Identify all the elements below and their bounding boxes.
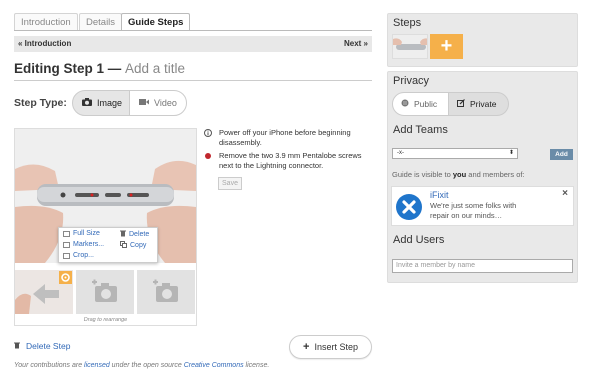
thumbnail-settings-button[interactable] [59,271,72,284]
add-image-slot-1[interactable] [76,270,134,314]
visibility-text: Guide is visible to you and members of: [392,170,525,179]
privacy-public-label: Public [414,99,438,109]
ifixit-logo-icon [396,194,422,220]
team-description: We're just some folks with repair on our… [430,201,517,220]
tab-underline [14,30,372,31]
add-image-slot-2[interactable] [137,270,195,314]
license-notice: Your contributions are licensed under th… [14,362,270,369]
markers-label: Markers... [73,241,105,248]
privacy-private-label: Private [470,99,497,109]
copy-icon [120,241,127,250]
copy-image-item[interactable]: Copy [120,241,146,250]
tab-introduction[interactable]: Introduction [14,13,78,31]
save-button[interactable]: Save [218,177,242,190]
delete-step-button[interactable]: Delete Step [14,341,70,351]
step-type-video-label: Video [154,98,177,108]
copy-image-label: Copy [130,242,147,249]
step-thumbnail-image [393,35,427,58]
team-select-value: -x- [397,150,404,156]
prev-link[interactable]: « Introduction [18,39,71,48]
step-title-input[interactable]: Add a title [125,61,185,76]
select-arrows-icon: ⬍ [508,150,514,156]
step-nav-bar: « Introduction Next » [14,36,372,52]
camera-icon [82,98,92,108]
red-bullet-icon [205,153,211,159]
add-photo-icon [153,279,178,302]
image-options-menu: Full Size Delete Markers... Copy Crop... [58,227,158,263]
creative-commons-link[interactable]: Creative Commons [184,362,244,369]
insert-step-button[interactable]: + Insert Step [289,335,372,359]
add-team-button[interactable]: Add [550,149,573,160]
privacy-public-button[interactable]: Public [392,92,449,116]
licensed-link[interactable]: licensed [84,362,110,369]
step-type-video-button[interactable]: Video [129,90,187,116]
full-size-item[interactable]: Full Size [63,230,100,237]
add-step-button[interactable]: + [430,34,463,59]
full-size-icon [63,230,70,237]
step-type-label: Step Type: [14,97,67,109]
add-photo-icon [92,279,117,302]
delete-step-label: Delete Step [26,341,71,351]
globe-icon [401,99,409,109]
step-thumbnail[interactable] [392,34,428,59]
tab-details[interactable]: Details [79,13,123,31]
trash-icon [14,341,20,351]
video-icon [139,98,149,108]
info-icon [204,129,212,137]
team-card: iFixit We're just some folks with repair… [391,186,574,226]
image-thumbnail-selected[interactable] [15,270,73,314]
next-link[interactable]: Next » [344,39,368,48]
page-title-prefix: Editing Step 1 — [14,61,122,76]
privacy-private-button[interactable]: Private [448,92,509,116]
delete-image-item[interactable]: Delete [120,230,149,239]
markers-icon [63,241,70,248]
drag-hint: Drag to rearrange [83,317,128,323]
privacy-title: Privacy [393,75,430,87]
page-title: Editing Step 1 — Add a title [14,61,185,76]
remove-team-button[interactable]: × [562,188,568,199]
pencil-square-icon [457,99,465,109]
step-type-image-button[interactable]: Image [72,90,130,116]
crop-label: Crop... [73,252,95,259]
team-name[interactable]: iFixit [430,190,449,200]
divider [14,80,372,81]
bullet-text[interactable]: Power off your iPhone before beginning d… [219,128,374,148]
tab-guide-steps[interactable]: Guide Steps [121,13,191,31]
team-select[interactable]: -x- ⬍ [392,148,518,159]
bullet-text[interactable]: Remove the two 3.9 mm Pentalobe screws n… [219,151,374,171]
trash-icon [120,230,126,239]
add-teams-title: Add Teams [393,124,448,136]
crop-item[interactable]: Crop... [63,252,94,259]
crop-icon [63,252,70,259]
plus-icon: + [303,341,310,353]
gear-icon [61,273,70,282]
insert-step-label: Insert Step [314,342,358,352]
invite-user-input[interactable]: Invite a member by name [392,259,573,273]
step-type-image-label: Image [97,98,123,108]
steps-title: Steps [393,17,422,29]
full-size-label: Full Size [73,230,100,237]
delete-image-label: Delete [129,231,150,238]
markers-item[interactable]: Markers... [63,241,104,248]
add-users-title: Add Users [393,234,445,246]
